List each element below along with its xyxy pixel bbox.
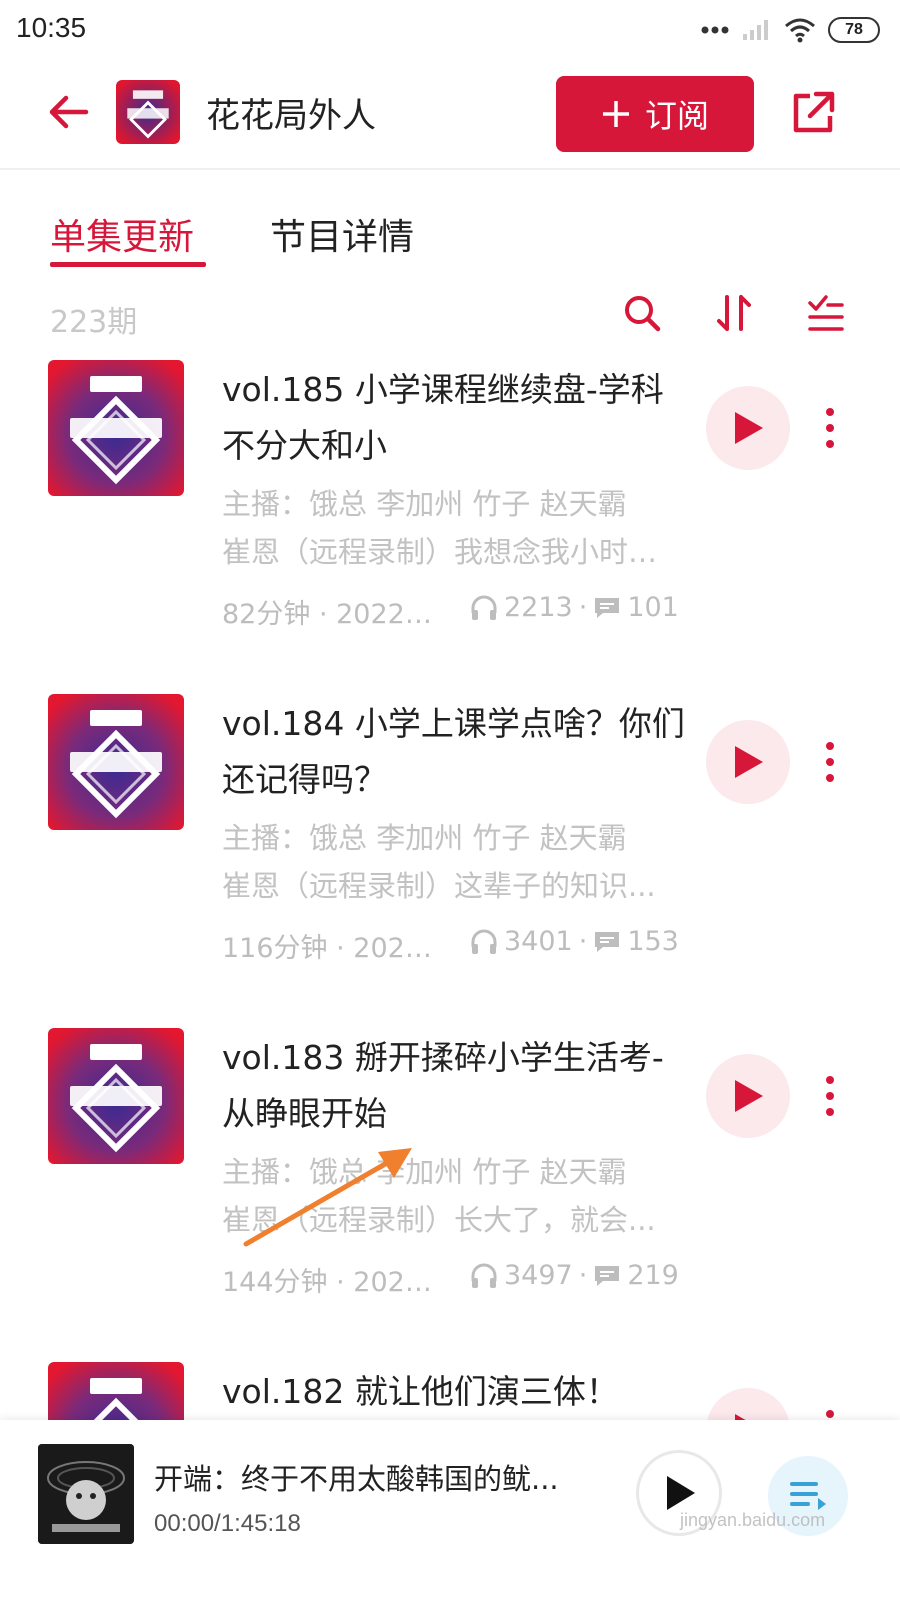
more-button[interactable]	[812, 404, 848, 452]
episode-count: 223期	[50, 305, 138, 340]
wifi-icon	[785, 18, 815, 43]
play-icon	[667, 1476, 695, 1510]
episode-meta: 82分钟 · 2022/... 2213 · 101	[222, 592, 692, 632]
filter-button[interactable]	[806, 293, 846, 333]
status-bar: 10:35 78	[0, 0, 900, 60]
sort-icon	[717, 295, 751, 331]
episode-title[interactable]: vol.182 就让他们演三体！	[222, 1364, 692, 1420]
episode-description: 主播：饿总 李加州 竹子 赵天霸 崔恩（远程录制）我想念我小时候...	[222, 480, 682, 576]
episode-item[interactable]: vol.183 掰开揉碎小学生活考-从睁眼开始 主播：饿总 李加州 竹子 赵天霸…	[0, 1028, 900, 1362]
episode-desc-line: 崔恩（远程录制）我想念我小时候...	[222, 535, 682, 569]
more-button[interactable]	[812, 738, 848, 786]
more-vertical-icon	[826, 408, 834, 448]
episode-stats: 3497 · 219	[470, 1260, 679, 1291]
list-check-icon	[808, 295, 844, 331]
status-time: 10:35	[16, 12, 87, 43]
arrow-left-icon	[49, 95, 89, 129]
episode-desc-line: 崔恩（远程录制）这辈子的知识...	[222, 869, 656, 903]
episode-meta: 116分钟 · 2022... 3401 · 153	[222, 926, 692, 966]
tab-episodes[interactable]: 单集更新	[50, 208, 194, 260]
episode-cover	[48, 360, 184, 496]
episode-desc-line: 主播：饿总 李加州 竹子 赵天霸	[222, 487, 627, 521]
comment-icon	[595, 597, 620, 618]
play-button[interactable]	[706, 1054, 790, 1138]
episode-title[interactable]: vol.183 掰开揉碎小学生活考-从睁眼开始	[222, 1030, 692, 1142]
header: 花花局外人 订阅	[0, 60, 900, 170]
episode-item[interactable]: vol.182 就让他们演三体！	[0, 1362, 900, 1420]
battery-indicator: 78	[828, 17, 880, 43]
podcast-title: 花花局外人	[206, 96, 376, 136]
watermark: jingyan.baidu.com	[680, 1510, 826, 1530]
play-count: 3497	[504, 1260, 573, 1291]
signal-icon	[743, 20, 768, 40]
subscribe-button[interactable]: 订阅	[556, 76, 754, 152]
episode-cover	[48, 1028, 184, 1164]
meta-separator: ·	[578, 592, 588, 623]
meta-separator: ·	[578, 1260, 588, 1291]
status-icons: 78	[700, 14, 880, 46]
comment-icon	[595, 1265, 620, 1286]
episode-title[interactable]: vol.184 小学上课学点啥？你们还记得吗？	[222, 696, 692, 808]
sort-button[interactable]	[714, 293, 754, 333]
share-icon	[793, 91, 835, 133]
subscribe-label: 订阅	[644, 97, 709, 135]
play-button[interactable]	[706, 1388, 790, 1420]
comment-count: 153	[627, 926, 679, 957]
more-vertical-icon	[826, 1410, 834, 1418]
play-count: 3401	[504, 926, 573, 957]
episode-desc-line: 崔恩（远程录制）长大了，就会...	[222, 1203, 656, 1237]
plus-icon	[602, 101, 629, 127]
play-icon	[735, 1080, 763, 1112]
headphones-icon	[471, 1263, 497, 1288]
podcast-logo[interactable]	[116, 80, 180, 144]
comment-icon	[595, 931, 620, 952]
episode-item[interactable]: vol.184 小学上课学点啥？你们还记得吗？ 主播：饿总 李加州 竹子 赵天霸…	[0, 694, 900, 1028]
more-button[interactable]	[812, 1406, 848, 1420]
search-button[interactable]	[622, 293, 662, 333]
episode-cover	[48, 694, 184, 830]
episode-title[interactable]: vol.185 小学课程继续盘-学科不分大和小	[222, 362, 692, 474]
headphones-icon	[471, 929, 497, 954]
episode-stats: 2213 · 101	[470, 592, 679, 623]
mini-player[interactable]: 开端：终于不用太酸韩国的鱿... 00:00/1:45:18 jingyan.b…	[0, 1420, 900, 1600]
play-count: 2213	[504, 592, 573, 623]
now-playing-cover[interactable]	[38, 1444, 134, 1544]
episode-description: 主播：饿总 李加州 竹子 赵天霸 崔恩（远程录制）长大了，就会...	[222, 1148, 682, 1244]
more-dots-icon	[701, 26, 729, 34]
now-playing-title[interactable]: 开端：终于不用太酸韩国的鱿...	[154, 1456, 604, 1498]
comment-count: 219	[627, 1260, 679, 1291]
more-vertical-icon	[826, 742, 834, 782]
share-button[interactable]	[790, 90, 836, 136]
headphones-icon	[471, 595, 497, 620]
more-vertical-icon	[826, 1076, 834, 1116]
episode-description: 主播：饿总 李加州 竹子 赵天霸 崔恩（远程录制）这辈子的知识...	[222, 814, 682, 910]
tab-bar: 单集更新 节目详情	[0, 170, 900, 280]
tab-active-indicator	[50, 262, 206, 267]
play-button[interactable]	[706, 720, 790, 804]
episode-meta: 144分钟 · 2022... 3497 · 219	[222, 1260, 692, 1300]
episode-duration: 116分钟 · 2022...	[222, 933, 437, 964]
episode-item[interactable]: vol.185 小学课程继续盘-学科不分大和小 主播：饿总 李加州 竹子 赵天霸…	[0, 360, 900, 694]
episode-desc-line: 主播：饿总 李加州 竹子 赵天霸	[222, 821, 627, 855]
episode-duration: 82分钟 · 2022/...	[222, 599, 437, 630]
tab-details[interactable]: 节目详情	[270, 208, 414, 260]
search-icon	[625, 296, 661, 332]
episode-toolbar: 223期	[0, 285, 900, 345]
episode-duration: 144分钟 · 2022...	[222, 1267, 437, 1298]
comment-count: 101	[627, 592, 679, 623]
back-button[interactable]	[46, 90, 90, 134]
episode-cover	[48, 1362, 184, 1420]
play-button[interactable]	[706, 386, 790, 470]
episode-stats: 3401 · 153	[470, 926, 679, 957]
episode-desc-line: 主播：饿总 李加州 竹子 赵天霸	[222, 1155, 627, 1189]
play-icon	[735, 1414, 746, 1420]
meta-separator: ·	[578, 926, 588, 957]
more-button[interactable]	[812, 1072, 848, 1120]
now-playing-time: 00:00/1:45:18	[154, 1510, 301, 1537]
play-icon	[735, 746, 763, 778]
play-icon	[735, 412, 763, 444]
